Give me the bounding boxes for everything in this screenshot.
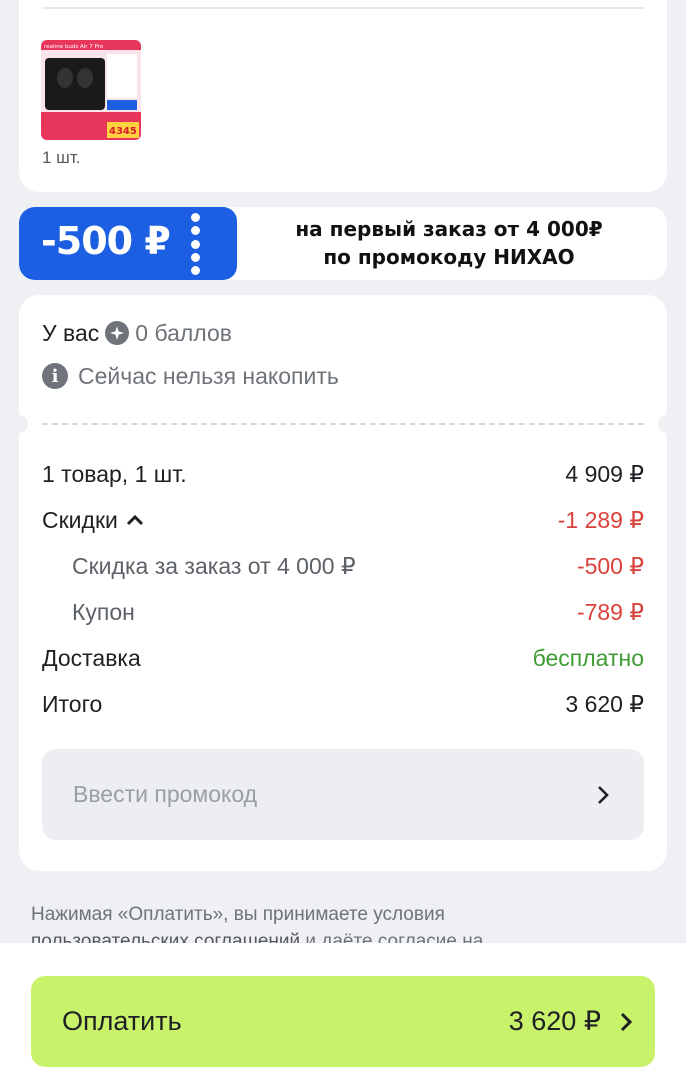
- chevron-up-icon[interactable]: [126, 514, 144, 526]
- pay-amount: 3 620 ₽: [508, 1006, 601, 1036]
- items-label: 1 товар, 1 шт.: [42, 460, 187, 487]
- promo-code-placeholder: Ввести промокод: [73, 781, 258, 807]
- pay-bar: Оплатить 3 620 ₽: [0, 943, 686, 1090]
- total-value: 3 620 ₽: [565, 690, 644, 717]
- order-discount-row: Скидка за заказ от 4 000 ₽ -500 ₽: [72, 551, 644, 581]
- delivery-row: Доставка бесплатно: [42, 643, 644, 673]
- thumb-brand-text: realme buds Air 7 Pro: [44, 44, 104, 50]
- order-discount-value: -500 ₽: [576, 552, 644, 579]
- earbuds-image: realme buds Air 7 Pro 4345: [41, 40, 141, 140]
- product-card: realme buds Air 7 Pro 4345 1 шт.: [19, 0, 667, 192]
- discounts-value: -1 289 ₽: [557, 506, 644, 533]
- points-coin-icon: [105, 321, 130, 345]
- legal-line-1: Нажимая «Оплатить», вы принимаете услови…: [31, 904, 445, 925]
- items-row: 1 товар, 1 шт. 4 909 ₽: [42, 459, 644, 489]
- divider-notch-left: [10, 415, 28, 433]
- promo-line-2: по промокоду НИХАО: [323, 245, 575, 269]
- promo-amount: -500 ₽: [41, 219, 171, 263]
- promo-line-1: на первый заказ от 4 000₽: [295, 217, 603, 241]
- chevron-right-icon: [620, 1012, 633, 1031]
- product-thumbnail[interactable]: realme buds Air 7 Pro 4345: [41, 40, 141, 140]
- points-value: 0 баллов: [135, 319, 232, 346]
- points-info-row: i Сейчас нельзя накопить: [42, 361, 644, 391]
- pay-button[interactable]: Оплатить 3 620 ₽: [31, 976, 655, 1067]
- points-info-text: Сейчас нельзя накопить: [78, 362, 339, 389]
- promo-banner[interactable]: -500 ₽ на первый заказ от 4 000₽ по пром…: [19, 207, 667, 280]
- delivery-value: бесплатно: [532, 644, 644, 671]
- order-summary-card: У вас 0 баллов i Сейчас нельзя накопить …: [10, 295, 676, 871]
- thumb-price-text: 4345: [109, 126, 137, 137]
- points-prefix: У вас: [42, 319, 100, 346]
- info-icon[interactable]: i: [42, 363, 68, 389]
- chevron-right-icon: [598, 785, 609, 804]
- total-label: Итого: [42, 690, 103, 717]
- items-value: 4 909 ₽: [565, 460, 644, 487]
- dashed-divider: [42, 423, 644, 425]
- discounts-row[interactable]: Скидки -1 289 ₽: [42, 505, 644, 535]
- product-quantity: 1 шт.: [42, 148, 81, 167]
- coupon-label: Купон: [72, 598, 135, 625]
- promo-ticket: -500 ₽: [19, 207, 237, 280]
- divider-notch-right: [658, 415, 676, 433]
- divider: [42, 7, 644, 9]
- promo-text: на первый заказ от 4 000₽ по промокоду Н…: [249, 215, 649, 271]
- promo-code-button[interactable]: Ввести промокод: [42, 749, 644, 840]
- ticket-perforation: [189, 213, 201, 275]
- order-discount-label: Скидка за заказ от 4 000 ₽: [72, 552, 356, 579]
- pay-label: Оплатить: [62, 1006, 182, 1036]
- delivery-label: Доставка: [42, 644, 141, 671]
- total-row: Итого 3 620 ₽: [42, 689, 644, 719]
- points-row: У вас 0 баллов: [42, 318, 644, 348]
- discounts-label: Скидки: [42, 506, 118, 533]
- coupon-row: Купон -789 ₽: [72, 597, 644, 627]
- coupon-value: -789 ₽: [576, 598, 644, 625]
